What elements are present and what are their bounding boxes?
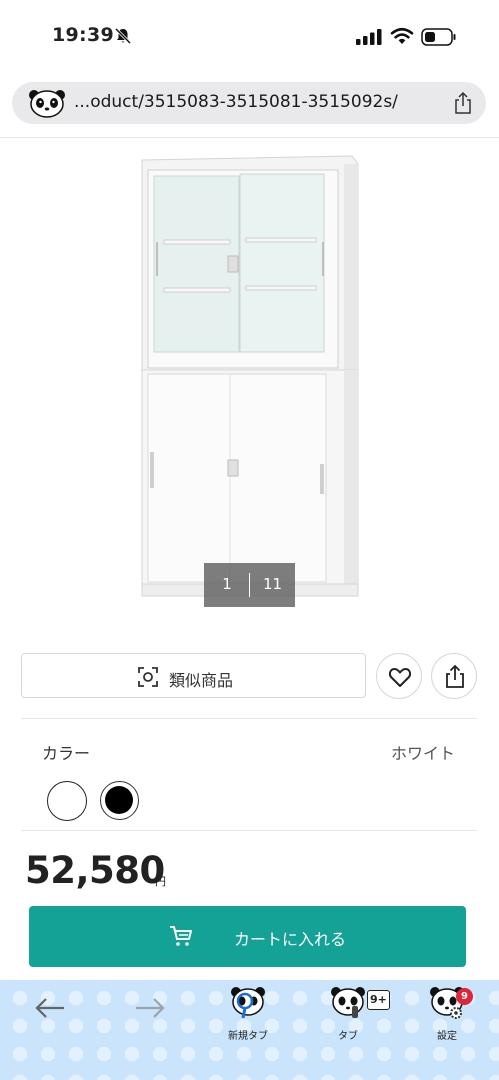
share-icon[interactable]	[452, 91, 474, 115]
product-image[interactable]	[132, 152, 368, 602]
wifi-icon	[390, 27, 414, 44]
panda-tabs-icon	[331, 987, 365, 1018]
signal-icon	[356, 29, 382, 45]
settings-notification-badge: 9	[456, 988, 473, 1005]
add-to-cart-button[interactable]: カートに入れる	[29, 906, 466, 967]
image-counter-current: 1	[222, 575, 232, 593]
favorite-button[interactable]	[376, 653, 422, 699]
panda-search-icon	[231, 987, 265, 1019]
new-tab-label: 新規タブ	[228, 1031, 268, 1042]
battery-icon	[421, 28, 456, 46]
scan-search-icon	[138, 667, 158, 687]
image-counter-total: 11	[262, 575, 283, 593]
settings-button[interactable]: 9 設定	[419, 986, 475, 1046]
similar-products-button[interactable]: 類似商品	[21, 653, 366, 698]
settings-label: 設定	[437, 1031, 457, 1042]
tab-count-badge: 9+	[367, 990, 390, 1010]
browser-toolbar: 新規タブ 9+ タブ 9 設定	[0, 980, 499, 1080]
forward-arrow-icon[interactable]	[134, 995, 166, 1021]
status-time: 19:39	[52, 24, 114, 46]
image-counter: 1 11	[204, 563, 295, 607]
url-text[interactable]: ...oduct/3515083-3515081-3515092s/	[74, 92, 398, 112]
status-bar: 19:39	[0, 0, 499, 70]
new-tab-button[interactable]: 新規タブ	[220, 986, 276, 1046]
share-button[interactable]	[431, 653, 477, 699]
color-label: カラー	[42, 744, 91, 763]
url-bar[interactable]: ...oduct/3515083-3515081-3515092s/	[12, 82, 486, 124]
share-icon	[446, 664, 464, 688]
bell-muted-icon	[114, 27, 132, 45]
color-swatch-white[interactable]	[47, 781, 87, 821]
back-arrow-icon[interactable]	[34, 995, 66, 1021]
divider	[21, 830, 477, 831]
divider	[21, 718, 477, 719]
color-swatch-black[interactable]	[100, 781, 139, 820]
add-to-cart-label: カートに入れる	[234, 930, 347, 949]
similar-products-label: 類似商品	[169, 671, 234, 690]
price-amount: 52,580	[25, 849, 165, 892]
selected-color-value: ホワイト	[390, 744, 455, 763]
price-unit: 円	[155, 875, 166, 888]
divider	[0, 137, 499, 138]
panda-icon	[29, 90, 65, 118]
tabs-label: タブ	[338, 1031, 358, 1042]
heart-icon	[388, 668, 412, 687]
tabs-button[interactable]: 9+ タブ	[320, 986, 390, 1046]
cart-icon	[170, 926, 192, 946]
